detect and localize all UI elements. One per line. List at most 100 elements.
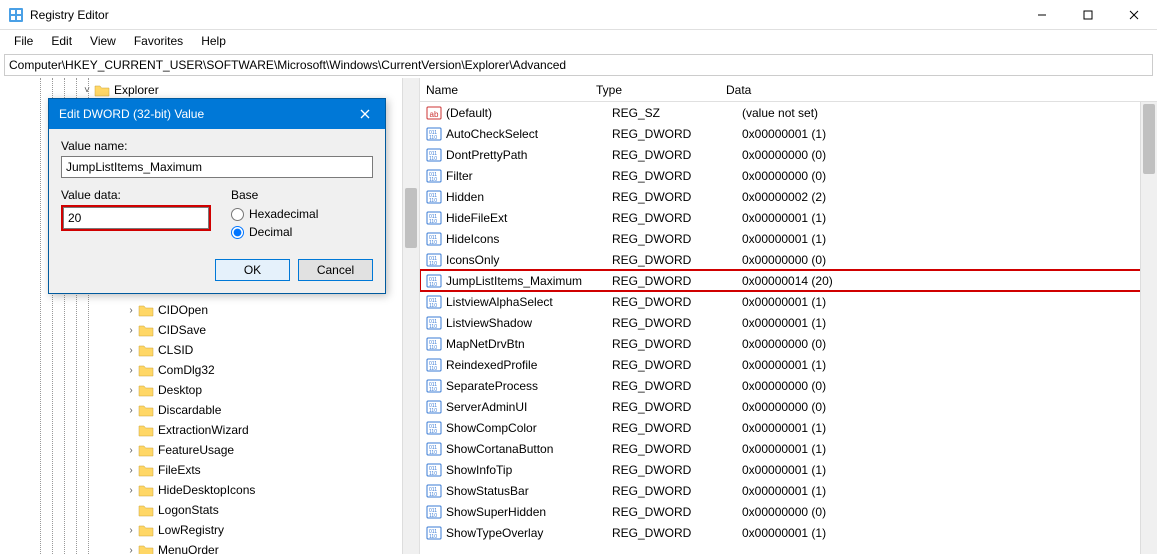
chevron-right-icon[interactable]: › — [124, 305, 138, 316]
folder-icon — [138, 463, 154, 477]
svg-text:110: 110 — [429, 408, 437, 414]
address-bar[interactable]: Computer\HKEY_CURRENT_USER\SOFTWARE\Micr… — [4, 54, 1153, 76]
chevron-down-icon[interactable]: ˅ — [80, 85, 94, 96]
menu-view[interactable]: View — [82, 32, 124, 50]
chevron-right-icon[interactable]: › — [124, 385, 138, 396]
list-row[interactable]: 011110AutoCheckSelectREG_DWORD0x00000001… — [420, 123, 1157, 144]
svg-text:110: 110 — [429, 219, 437, 225]
tree-item[interactable]: LogonStats — [80, 500, 419, 520]
value-data: 0x00000001 (1) — [742, 316, 1157, 330]
dword-value-icon: 011110 — [426, 252, 442, 268]
menu-favorites[interactable]: Favorites — [126, 32, 191, 50]
tree-item-explorer[interactable]: ˅Explorer — [80, 80, 419, 100]
tree-item[interactable]: › Desktop — [80, 380, 419, 400]
list-row[interactable]: 011110ShowCortanaButtonREG_DWORD0x000000… — [420, 438, 1157, 459]
dword-value-icon: 011110 — [426, 273, 442, 289]
ok-button[interactable]: OK — [215, 259, 290, 281]
value-data: 0x00000000 (0) — [742, 337, 1157, 351]
chevron-right-icon[interactable]: › — [124, 345, 138, 356]
value-data: (value not set) — [742, 106, 1157, 120]
menu-file[interactable]: File — [6, 32, 41, 50]
tree-item[interactable]: ›CIDOpen — [80, 300, 419, 320]
folder-icon — [138, 543, 154, 554]
svg-text:110: 110 — [429, 177, 437, 183]
chevron-right-icon[interactable]: › — [124, 525, 138, 536]
list-row[interactable]: 011110ServerAdminUIREG_DWORD0x00000000 (… — [420, 396, 1157, 417]
list-row[interactable]: 011110HideFileExtREG_DWORD0x00000001 (1) — [420, 207, 1157, 228]
chevron-right-icon[interactable]: › — [124, 485, 138, 496]
list-row[interactable]: 011110SeparateProcessREG_DWORD0x00000000… — [420, 375, 1157, 396]
value-data-field[interactable] — [63, 207, 209, 229]
tree-item-label: LowRegistry — [158, 523, 224, 537]
dword-value-icon: 011110 — [426, 504, 442, 520]
list-row[interactable]: 011110ShowStatusBarREG_DWORD0x00000001 (… — [420, 480, 1157, 501]
folder-icon — [138, 423, 154, 437]
list-row[interactable]: 011110MapNetDrvBtnREG_DWORD0x00000000 (0… — [420, 333, 1157, 354]
dialog-close-button[interactable] — [345, 99, 385, 129]
svg-text:110: 110 — [429, 534, 437, 540]
value-name-field[interactable] — [61, 156, 373, 178]
value-type: REG_DWORD — [612, 526, 742, 540]
radio-hex-row[interactable]: Hexadecimal — [231, 207, 373, 221]
menu-help[interactable]: Help — [193, 32, 234, 50]
list-row[interactable]: 011110ListviewShadowREG_DWORD0x00000001 … — [420, 312, 1157, 333]
minimize-button[interactable] — [1019, 0, 1065, 30]
list-scrollbar[interactable] — [1140, 102, 1157, 554]
tree-item[interactable]: ›ComDlg32 — [80, 360, 419, 380]
list-row[interactable]: 011110ShowTypeOverlayREG_DWORD0x00000001… — [420, 522, 1157, 543]
tree-item-label: Desktop — [158, 383, 202, 397]
list-row[interactable]: 011110ListviewAlphaSelectREG_DWORD0x0000… — [420, 291, 1157, 312]
chevron-right-icon[interactable]: › — [124, 465, 138, 476]
chevron-right-icon[interactable] — [124, 425, 138, 436]
tree-item[interactable]: ›CIDSave — [80, 320, 419, 340]
tree-item[interactable]: › LowRegistry — [80, 520, 419, 540]
radio-dec-row[interactable]: Decimal — [231, 225, 373, 239]
menu-edit[interactable]: Edit — [43, 32, 80, 50]
address-path: Computer\HKEY_CURRENT_USER\SOFTWARE\Micr… — [9, 58, 566, 72]
chevron-right-icon[interactable]: › — [124, 545, 138, 554]
value-type: REG_DWORD — [612, 232, 742, 246]
value-data: 0x00000001 (1) — [742, 484, 1157, 498]
col-type[interactable]: Type — [596, 83, 726, 97]
value-data: 0x00000001 (1) — [742, 421, 1157, 435]
list-row[interactable]: 011110HideIconsREG_DWORD0x00000001 (1) — [420, 228, 1157, 249]
chevron-right-icon[interactable]: › — [124, 365, 138, 376]
list-row[interactable]: 011110ShowSuperHiddenREG_DWORD0x00000000… — [420, 501, 1157, 522]
tree-item[interactable]: ›FileExts — [80, 460, 419, 480]
close-button[interactable] — [1111, 0, 1157, 30]
list-row[interactable]: 011110ReindexedProfileREG_DWORD0x0000000… — [420, 354, 1157, 375]
tree-item[interactable]: ›MenuOrder — [80, 540, 419, 554]
list-row[interactable]: 011110HiddenREG_DWORD0x00000002 (2) — [420, 186, 1157, 207]
chevron-right-icon[interactable] — [124, 505, 138, 516]
tree-scrollbar[interactable] — [402, 78, 419, 554]
value-data: 0x00000001 (1) — [742, 358, 1157, 372]
tree-item[interactable]: ›Discardable — [80, 400, 419, 420]
col-name[interactable]: Name — [426, 83, 596, 97]
cancel-button[interactable]: Cancel — [298, 259, 373, 281]
dword-value-icon: 011110 — [426, 420, 442, 436]
tree-item[interactable]: ›FeatureUsage — [80, 440, 419, 460]
dword-value-icon: 011110 — [426, 462, 442, 478]
value-data: 0x00000000 (0) — [742, 169, 1157, 183]
maximize-button[interactable] — [1065, 0, 1111, 30]
chevron-right-icon[interactable]: › — [124, 325, 138, 336]
list-row[interactable]: 011110JumpListItems_MaximumREG_DWORD0x00… — [420, 270, 1157, 291]
folder-icon — [138, 363, 154, 377]
chevron-right-icon[interactable]: › — [124, 405, 138, 416]
dword-value-icon: 011110 — [426, 294, 442, 310]
value-name: JumpListItems_Maximum — [446, 274, 612, 288]
tree-item[interactable]: ›CLSID — [80, 340, 419, 360]
list-row[interactable]: 011110ShowInfoTipREG_DWORD0x00000001 (1) — [420, 459, 1157, 480]
list-row[interactable]: 011110FilterREG_DWORD0x00000000 (0) — [420, 165, 1157, 186]
tree-item[interactable]: ›HideDesktopIcons — [80, 480, 419, 500]
svg-text:110: 110 — [429, 261, 437, 267]
radio-decimal[interactable] — [231, 226, 244, 239]
list-row[interactable]: 011110DontPrettyPathREG_DWORD0x00000000 … — [420, 144, 1157, 165]
tree-item[interactable]: ExtractionWizard — [80, 420, 419, 440]
radio-hexadecimal[interactable] — [231, 208, 244, 221]
list-row[interactable]: 011110IconsOnlyREG_DWORD0x00000000 (0) — [420, 249, 1157, 270]
chevron-right-icon[interactable]: › — [124, 445, 138, 456]
list-row[interactable]: 011110ShowCompColorREG_DWORD0x00000001 (… — [420, 417, 1157, 438]
list-row[interactable]: ab(Default)REG_SZ(value not set) — [420, 102, 1157, 123]
col-data[interactable]: Data — [726, 83, 1157, 97]
